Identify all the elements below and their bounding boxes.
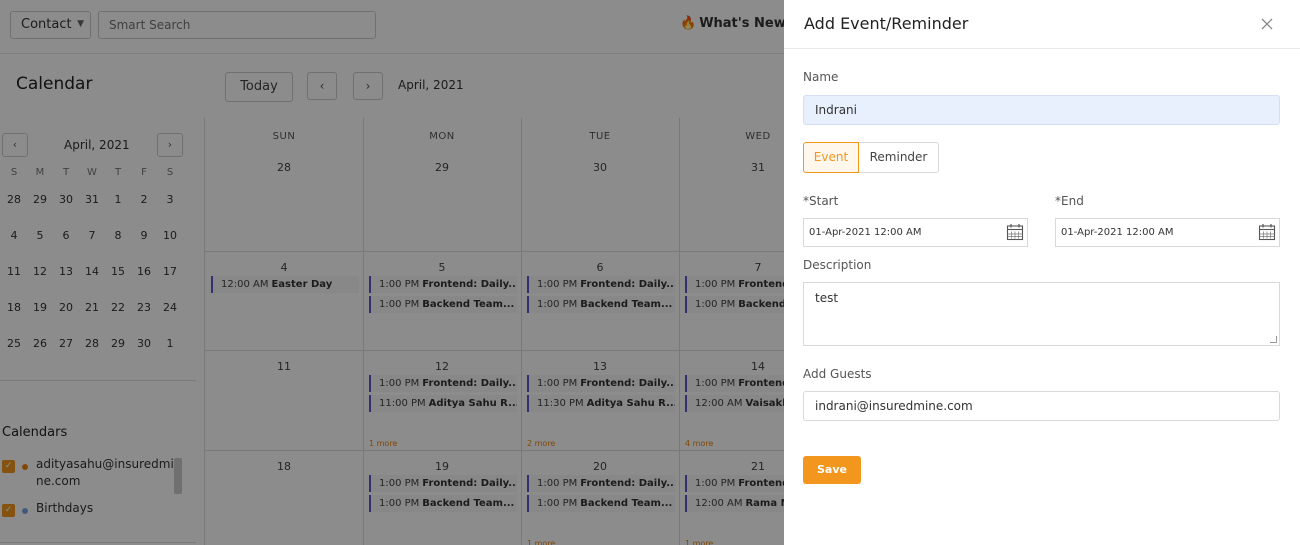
close-icon[interactable] [1259,16,1275,32]
description-value: test [815,291,839,305]
start-label: *Start [803,194,839,208]
add-event-drawer: Add Event/Reminder Name Indrani Event Re… [784,0,1300,545]
save-button[interactable]: Save [803,456,861,484]
end-label: *End [1055,194,1084,208]
event-type-toggle[interactable]: Event [803,142,859,173]
guests-label: Add Guests [803,367,872,381]
reminder-type-toggle[interactable]: Reminder [859,142,939,173]
resize-handle-icon[interactable] [1270,336,1277,343]
modal-backdrop[interactable] [0,0,784,545]
name-label: Name [803,70,839,84]
end-date-value: 01-Apr-2021 12:00 AM [1061,227,1174,238]
calendar-icon[interactable] [1258,223,1276,241]
end-date-input[interactable]: 01-Apr-2021 12:00 AM [1055,218,1280,247]
name-input[interactable]: Indrani [803,95,1280,125]
description-textarea[interactable]: test [803,282,1280,346]
description-label: Description [803,258,872,272]
drawer-title: Add Event/Reminder [804,14,969,33]
start-date-value: 01-Apr-2021 12:00 AM [809,227,922,238]
start-date-input[interactable]: 01-Apr-2021 12:00 AM [803,218,1028,247]
drawer-header: Add Event/Reminder [784,0,1300,49]
guests-input[interactable]: indrani@insuredmine.com [803,391,1280,421]
calendar-icon[interactable] [1006,223,1024,241]
